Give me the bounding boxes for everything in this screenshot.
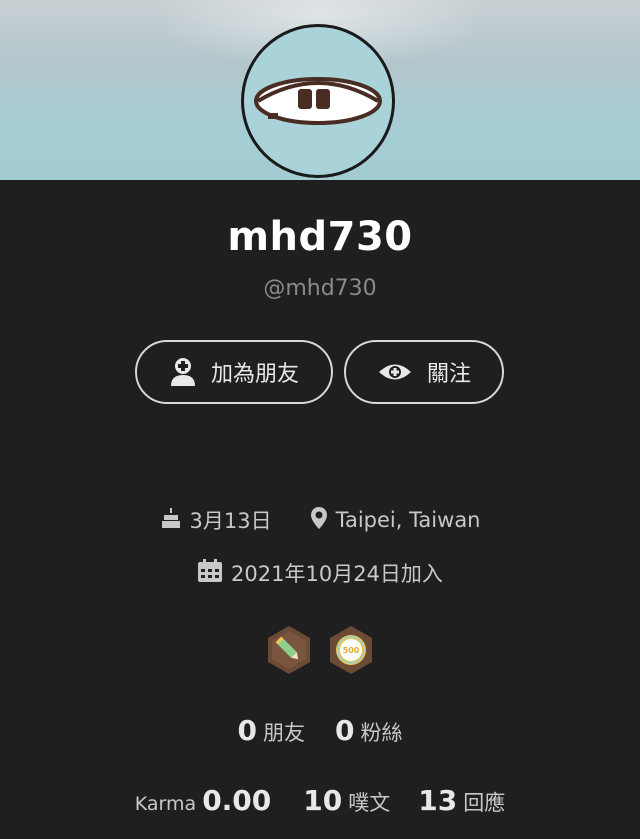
- replies-stat[interactable]: 13 回應: [418, 784, 505, 817]
- pencil-badge-icon[interactable]: [266, 625, 312, 679]
- add-user-icon: [169, 357, 197, 387]
- 500-badge-icon[interactable]: 500: [328, 625, 374, 679]
- fans-label: 粉絲: [360, 721, 403, 745]
- profile-meta-row: 3月13日 Taipei, Taiwan: [0, 505, 640, 535]
- birthday: 3月13日: [160, 505, 272, 535]
- fans-count: 0: [335, 714, 355, 747]
- join-date-text: 2021年10月24日加入: [231, 562, 443, 586]
- avatar[interactable]: [241, 24, 395, 178]
- profile-page: mhd730 @mhd730 加為朋友 關注 3月13日 Taipei, Tai…: [0, 0, 640, 839]
- friends-stat[interactable]: 0 朋友: [238, 714, 305, 747]
- avatar-eye-illustration: [254, 77, 382, 125]
- fans-stat[interactable]: 0 粉絲: [335, 714, 402, 747]
- badge-list: 500: [0, 625, 640, 679]
- location-text: Taipei, Taiwan: [335, 508, 481, 532]
- follow-button[interactable]: 關注: [344, 340, 504, 404]
- add-friend-button[interactable]: 加為朋友: [135, 340, 333, 404]
- karma-label: Karma: [134, 793, 197, 815]
- map-pin-icon: [310, 506, 328, 535]
- karma-stat: Karma 0.00: [135, 784, 272, 817]
- social-stats: 0 朋友 0 粉絲: [0, 714, 640, 747]
- replies-label: 回應: [463, 791, 506, 815]
- activity-stats: Karma 0.00 10 噗文 13 回應: [0, 784, 640, 817]
- follow-label: 關注: [426, 362, 471, 387]
- eye-icon: [377, 361, 413, 383]
- friends-count: 0: [237, 714, 257, 747]
- user-handle: @mhd730: [263, 276, 377, 301]
- join-date: 2021年10月24日加入: [197, 558, 443, 588]
- cake-icon: [160, 507, 182, 534]
- birthday-text: 3月13日: [189, 509, 272, 533]
- location: Taipei, Taiwan: [310, 506, 481, 535]
- karma-value: 0.00: [202, 784, 272, 817]
- plurks-label: 噗文: [348, 791, 391, 815]
- friends-label: 朋友: [263, 721, 305, 745]
- plurks-stat[interactable]: 10 噗文: [303, 784, 390, 817]
- join-date-row: 2021年10月24日加入: [0, 558, 640, 588]
- calendar-icon: [197, 558, 223, 588]
- display-name: mhd730: [227, 214, 413, 260]
- add-friend-label: 加為朋友: [210, 362, 299, 387]
- plurks-count: 10: [303, 784, 343, 817]
- replies-count: 13: [418, 784, 458, 817]
- 500-badge-text: 500: [343, 646, 360, 655]
